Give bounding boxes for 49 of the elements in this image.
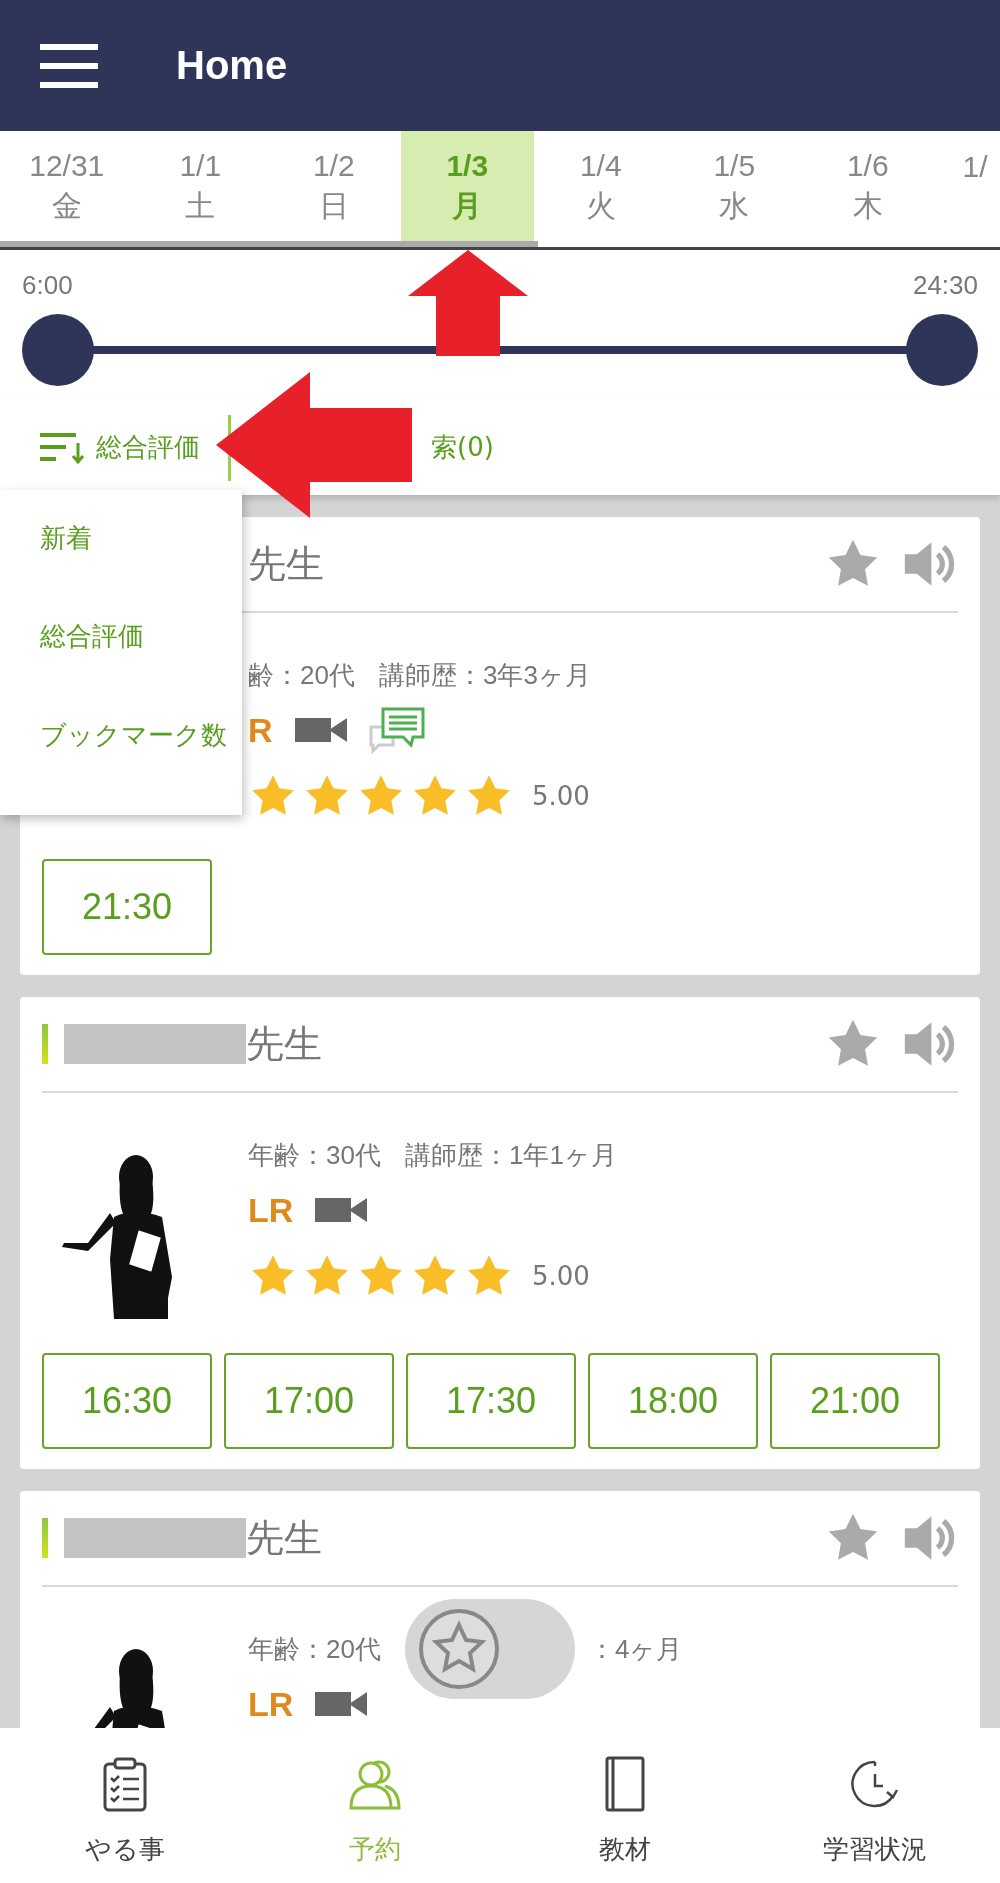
time-slot-button[interactable]: 17:30 bbox=[406, 1353, 576, 1449]
sort-option[interactable]: 新着 bbox=[0, 520, 242, 619]
chat-icon bbox=[368, 705, 425, 755]
date-tab[interactable]: 1/2 日 bbox=[267, 131, 401, 241]
time-slot-button[interactable]: 21:30 bbox=[42, 859, 212, 955]
date-tab[interactable]: 1/1 土 bbox=[133, 131, 267, 241]
teacher-info: 年齢：20代 bbox=[248, 1632, 381, 1666]
sort-option[interactable]: ブックマーク数 bbox=[0, 716, 242, 815]
sort-button[interactable]: 総合評価 bbox=[40, 430, 200, 465]
search-button[interactable]: 索(0) bbox=[431, 430, 494, 465]
teacher-info: 講師歴：1年1ヶ月 bbox=[404, 1138, 617, 1172]
rating-value: 5.00 bbox=[532, 781, 590, 811]
teacher-info: ：4ヶ月 bbox=[588, 1632, 683, 1666]
nav-tab[interactable]: やる事 bbox=[0, 1728, 250, 1883]
accent-bar bbox=[42, 1518, 48, 1558]
video-camera-icon bbox=[315, 1690, 368, 1718]
date-tab[interactable]: 1/5 水 bbox=[667, 131, 801, 241]
teacher-info: 講師歴：3年3ヶ月 bbox=[378, 658, 591, 692]
teacher-name: 先生 bbox=[246, 1514, 322, 1562]
time-slot-button[interactable]: 18:00 bbox=[588, 1353, 758, 1449]
date-tab[interactable]: 1/ bbox=[934, 131, 1000, 241]
time-slot-button[interactable]: 17:00 bbox=[224, 1353, 394, 1449]
video-camera-icon bbox=[315, 1196, 368, 1224]
nav-tab[interactable]: 教材 bbox=[500, 1728, 750, 1883]
sort-icon bbox=[40, 430, 86, 465]
nav-tab[interactable]: 予約 bbox=[250, 1728, 500, 1883]
teacher-info: 年齢：30代 bbox=[248, 1138, 381, 1172]
lesson-type-label: LR bbox=[248, 1684, 294, 1724]
rating-value: 5.00 bbox=[532, 1261, 590, 1291]
star-outline-icon bbox=[416, 1607, 501, 1691]
nav-tab[interactable]: 学習状況 bbox=[750, 1728, 1000, 1883]
video-camera-icon bbox=[294, 716, 347, 744]
teacher-name: 先生 bbox=[246, 1020, 322, 1068]
accent-bar bbox=[42, 1024, 48, 1064]
range-start-label: 6:00 bbox=[22, 270, 73, 302]
teacher-info: 齢：20代 bbox=[248, 658, 355, 692]
range-end-label: 24:30 bbox=[912, 270, 978, 302]
date-tab[interactable]: 1/6 木 bbox=[801, 131, 935, 241]
lesson-type-label: LR bbox=[248, 1190, 294, 1230]
date-tab[interactable]: 1/3 月 bbox=[400, 131, 534, 241]
sort-option[interactable]: 総合評価 bbox=[0, 618, 242, 717]
menu-icon[interactable] bbox=[40, 43, 98, 88]
lesson-type-label: R bbox=[248, 710, 273, 750]
date-tab[interactable]: 1/4 火 bbox=[534, 131, 668, 241]
teacher-name: 先生 bbox=[248, 540, 324, 588]
time-slot-button[interactable]: 16:30 bbox=[42, 1353, 212, 1449]
date-tab[interactable]: 12/31 金 bbox=[0, 131, 134, 241]
screen-title: Home bbox=[176, 43, 288, 88]
time-slot-button[interactable]: 21:00 bbox=[770, 1353, 940, 1449]
